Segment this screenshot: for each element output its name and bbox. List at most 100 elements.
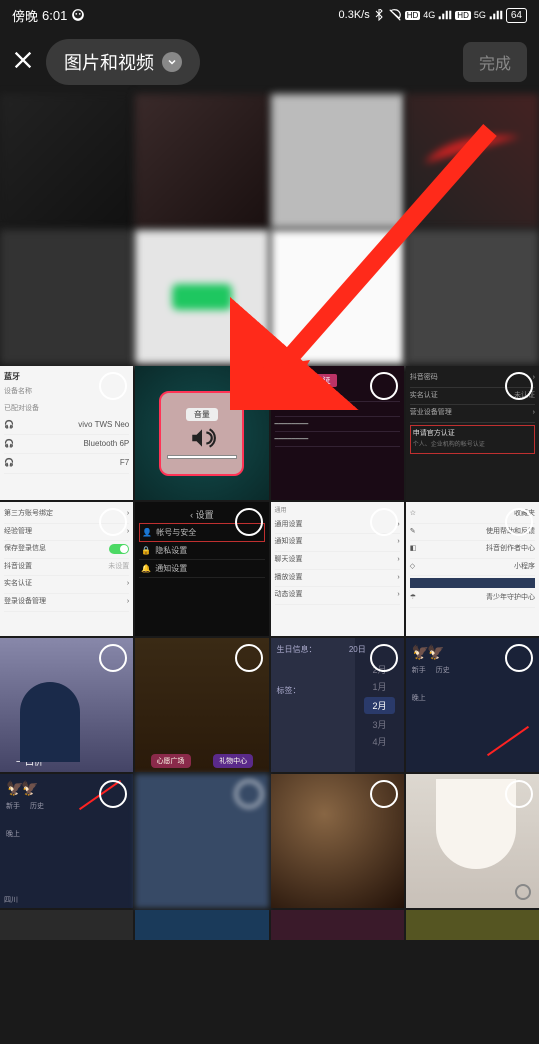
list-item: 通知设置: [275, 536, 303, 549]
select-circle[interactable]: [505, 644, 533, 672]
media-cell[interactable]: 第三方账号绑定› 经验管理› 保存登录信息 抖音设置未设置 实名认证› 登录设备…: [0, 502, 133, 636]
list-item: 实名认证: [410, 390, 438, 403]
hd-badge-1: HD: [405, 11, 421, 20]
hd-badge-2: HD: [455, 11, 471, 20]
dropdown-label: 图片和视频: [64, 49, 154, 75]
list-item: 保存登录信息: [4, 543, 46, 556]
media-cell[interactable]: 🦅🦅 新手 历史 晚上 四川: [0, 774, 133, 908]
list-item: 播放设置: [275, 572, 303, 585]
cell-section: 已配对设备: [4, 403, 129, 416]
media-cell[interactable]: [0, 94, 133, 228]
status-right: 0.3K/s HD 4G HD 5G 64: [339, 8, 527, 23]
media-cell[interactable]: 蓝牙 设备名称 已配对设备 🎧vivo TWS Neo 🎧Bluetooth 6…: [0, 366, 133, 500]
select-circle[interactable]: [370, 508, 398, 536]
media-cell[interactable]: 心愿广场 礼物中心: [135, 638, 268, 772]
select-circle[interactable]: [235, 780, 263, 808]
media-cell[interactable]: ☆ 收藏夹 ✎ 使用帮助和反馈 ◧ 抖音创作者中心 ◇ 小程序 ☂ 青少年守护中…: [406, 502, 539, 636]
auth-box-sub: 个人、企业机构的帐号认证: [413, 440, 532, 451]
select-circle[interactable]: [505, 372, 533, 400]
media-cell[interactable]: [135, 774, 268, 908]
list-item: 帐号与安全: [156, 527, 196, 538]
signal-icon-1: [438, 9, 452, 21]
media-cell[interactable]: [135, 230, 268, 364]
picker-header: 图片和视频 完成: [0, 30, 539, 94]
select-circle[interactable]: [370, 644, 398, 672]
media-cell[interactable]: [406, 94, 539, 228]
media-cell[interactable]: 🦅🦅 新手 历史 晚上: [406, 638, 539, 772]
list-item: 动态设置: [275, 589, 303, 602]
tab: 历史: [30, 801, 44, 811]
select-circle[interactable]: [370, 372, 398, 400]
list-item: 小程序: [514, 561, 535, 574]
sub-label: 晚上: [412, 693, 533, 703]
media-cell[interactable]: 生日信息： 标签： 2月 1月 2月 3月 4月 20日: [271, 638, 404, 772]
tab: 新手: [412, 665, 426, 675]
month-option: 4月: [372, 735, 386, 748]
month-option: 3月: [372, 718, 386, 731]
list-item: 隐私设置: [155, 545, 187, 556]
close-button[interactable]: [12, 48, 34, 76]
month-selected: 2月: [364, 697, 394, 714]
list-item: 实名认证: [4, 578, 32, 591]
media-cell[interactable]: [271, 910, 404, 940]
media-grid: 蓝牙 设备名称 已配对设备 🎧vivo TWS Neo 🎧Bluetooth 6…: [0, 94, 539, 1044]
media-cell[interactable]: [406, 910, 539, 940]
select-circle[interactable]: [235, 644, 263, 672]
select-circle[interactable]: [505, 508, 533, 536]
tab: 历史: [436, 665, 450, 675]
media-cell[interactable]: 职业认证 ━━━━━━━━ ━━━━━━━━ ━━━━━━━━ ━━━━━━━━: [271, 366, 404, 500]
select-circle[interactable]: [235, 372, 263, 400]
album-dropdown[interactable]: 图片和视频: [46, 39, 200, 85]
media-cell[interactable]: [271, 774, 404, 908]
net-5g: 5G: [474, 10, 486, 20]
list-item: 抖音密码: [410, 372, 438, 385]
auth-tag: 职业认证: [293, 374, 337, 387]
done-button[interactable]: 完成: [463, 42, 527, 82]
media-cell[interactable]: 一口价: [0, 638, 133, 772]
media-cell[interactable]: 通用 通用设置› 通知设置› 聊天设置› 播放设置› 动态设置›: [271, 502, 404, 636]
media-cell[interactable]: [0, 910, 133, 940]
speaker-icon: [185, 425, 219, 451]
list-item: 抖音创作者中心: [486, 543, 535, 556]
media-cell[interactable]: ‹ 设置 👤 帐号与安全 🔒 隐私设置 🔔 通知设置: [135, 502, 268, 636]
media-cell[interactable]: 抖音密码› 实名认证未认证 营业设备管理› 申请官方认证 个人、企业机构的帐号认…: [406, 366, 539, 500]
select-circle[interactable]: [99, 644, 127, 672]
month-option: 1月: [372, 680, 386, 693]
list-item: 青少年守护中心: [486, 592, 535, 605]
media-cell[interactable]: 音量: [135, 366, 268, 500]
list-item: Bluetooth 6P: [83, 437, 129, 451]
list-item: 通知设置: [155, 563, 187, 574]
media-cell[interactable]: [406, 230, 539, 364]
signal-icon-2: [489, 9, 503, 21]
status-left: 傍晚 6:01: [12, 6, 85, 25]
list-item: 通用设置: [275, 519, 303, 532]
select-circle[interactable]: [235, 508, 263, 536]
bluetooth-icon: [373, 9, 385, 21]
select-circle[interactable]: [505, 780, 533, 808]
volume-label: 音量: [186, 408, 218, 421]
status-time: 6:01: [42, 8, 67, 23]
day-value: 20日: [349, 644, 366, 655]
status-bar: 傍晚 6:01 0.3K/s HD 4G HD 5G 64: [0, 0, 539, 30]
list-item: 营业设备管理: [410, 407, 452, 420]
media-cell[interactable]: [135, 94, 268, 228]
date-label: 生日信息：: [277, 644, 350, 655]
select-circle[interactable]: [370, 780, 398, 808]
time-prefix: 傍晚: [12, 6, 38, 25]
volume-popup: 音量: [159, 391, 244, 476]
media-cell[interactable]: [0, 230, 133, 364]
tag-label: 标签：: [277, 685, 350, 696]
media-cell[interactable]: [271, 94, 404, 228]
sub-label: 晚上: [6, 829, 127, 839]
list-item: 经验管理: [4, 526, 32, 539]
media-cell[interactable]: [271, 230, 404, 364]
list-item: vivo TWS Neo: [78, 418, 129, 432]
list-item: 登录设备管理: [4, 596, 46, 609]
media-cell[interactable]: [406, 774, 539, 908]
tab: 新手: [6, 801, 20, 811]
net-speed: 0.3K/s: [339, 9, 370, 21]
list-item: 抖音设置: [4, 561, 32, 574]
media-cell[interactable]: [135, 910, 268, 940]
foot-label: 四川: [4, 895, 18, 905]
chevron-down-icon: [162, 52, 182, 72]
